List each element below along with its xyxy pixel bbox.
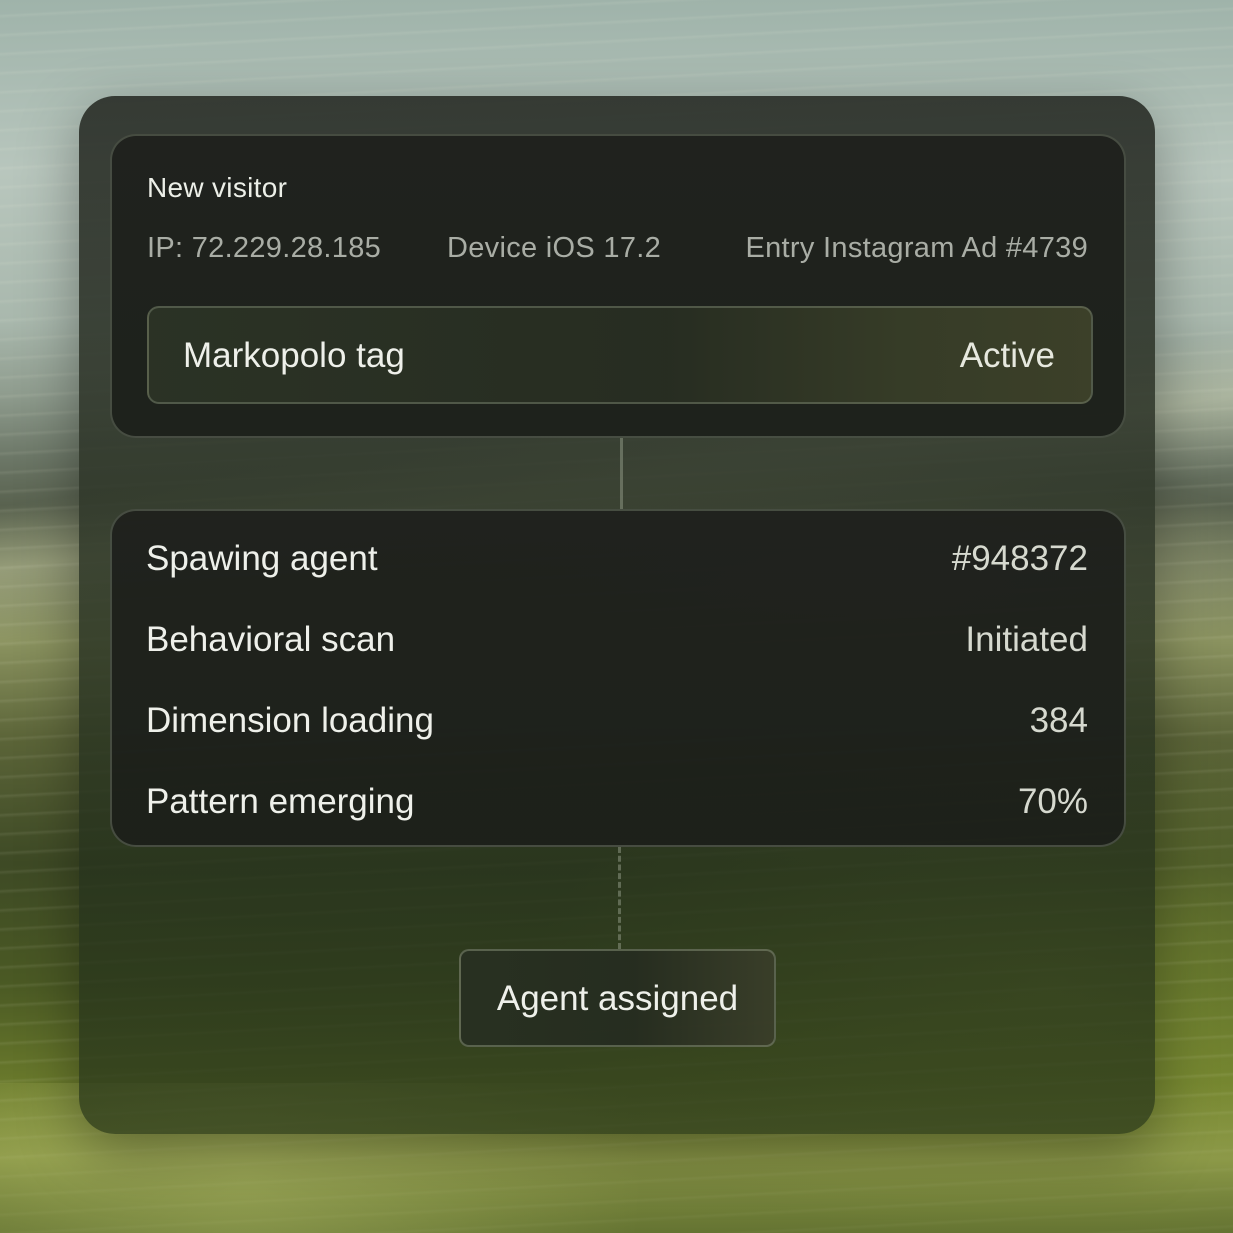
list-item: Spawing agent #948372 bbox=[146, 529, 1088, 589]
visitor-card: New visitor IP: 72.229.28.185 Device iOS… bbox=[110, 134, 1126, 438]
agent-pipeline-card: Spawing agent #948372 Behavioral scan In… bbox=[110, 509, 1126, 847]
background-landscape: New visitor IP: 72.229.28.185 Device iOS… bbox=[0, 0, 1233, 1233]
visitor-device: Device iOS 17.2 bbox=[447, 232, 662, 264]
row-label-dimension-loading: Dimension loading bbox=[146, 701, 434, 740]
row-label-behavioral-scan: Behavioral scan bbox=[146, 620, 396, 659]
row-value-scan-status: Initiated bbox=[965, 620, 1088, 659]
row-value-dimension-count: 384 bbox=[1029, 701, 1088, 740]
agent-assigned-button[interactable]: Agent assigned bbox=[459, 949, 776, 1047]
row-value-pattern-progress: 70% bbox=[1017, 782, 1088, 821]
row-label-spawning-agent: Spawing agent bbox=[146, 539, 378, 578]
row-value-agent-id: #948372 bbox=[951, 539, 1088, 578]
dashed-connector-line bbox=[618, 847, 621, 949]
visitor-ip: IP: 72.229.28.185 bbox=[147, 232, 382, 264]
visitor-title: New visitor bbox=[147, 172, 288, 203]
list-item: Behavioral scan Initiated bbox=[146, 610, 1088, 670]
tag-label: Markopolo tag bbox=[183, 336, 405, 375]
visitor-entry: Entry Instagram Ad #4739 bbox=[745, 232, 1088, 264]
list-item: Dimension loading 384 bbox=[146, 691, 1088, 751]
tag-status-badge: Active bbox=[959, 336, 1055, 375]
markopolo-tag-row[interactable]: Markopolo tag Active bbox=[147, 306, 1093, 404]
row-label-pattern-emerging: Pattern emerging bbox=[146, 782, 415, 821]
connector-line bbox=[620, 438, 623, 509]
list-item: Pattern emerging 70% bbox=[146, 772, 1088, 832]
